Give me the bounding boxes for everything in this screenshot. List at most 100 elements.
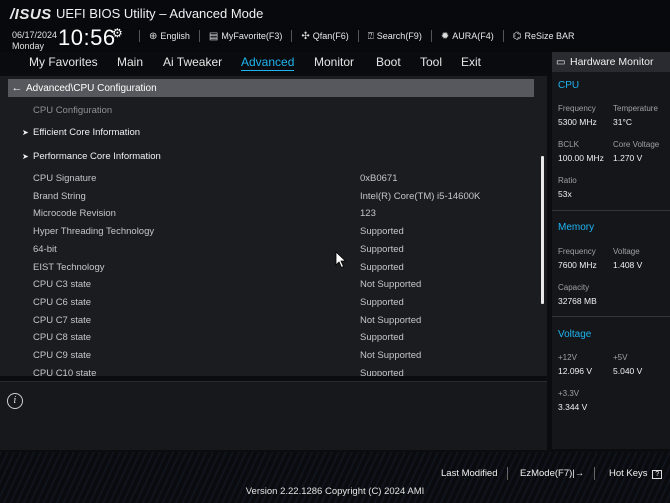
row-value: Supported — [360, 297, 404, 308]
row-value: 0xB0671 — [360, 173, 398, 184]
row-label: CPU C9 state — [33, 350, 92, 361]
main-nav: My Favorites Main Ai Tweaker Advanced Mo… — [0, 52, 551, 73]
row-value: Supported — [360, 226, 404, 237]
top-header: /ISUS UEFI BIOS Utility – Advanced Mode … — [0, 0, 670, 52]
toolbar-divider — [139, 30, 140, 42]
v12-value: 12.096 V — [558, 366, 593, 376]
toolbar-divider — [198, 30, 200, 42]
day-text: Monday — [12, 41, 45, 51]
back-arrow-icon[interactable]: ← — [8, 79, 26, 97]
row-value: Not Supported — [360, 315, 422, 326]
core-voltage-value: 1.270 V — [613, 153, 643, 163]
row-label: Microcode Revision — [33, 208, 116, 219]
row-value: Supported — [360, 368, 404, 376]
toolbar-divider — [357, 30, 359, 42]
aura-icon: ✹ — [440, 30, 450, 42]
clock: 10:56 — [58, 25, 116, 50]
row-value: 123 — [360, 208, 376, 219]
cpu-temperature-label: Temperature — [613, 104, 658, 113]
ezmode-button[interactable]: EzMode(F7)|→ — [520, 468, 584, 479]
v33-value: 3.344 V — [558, 402, 588, 412]
row-value: Not Supported — [360, 279, 422, 290]
language-button[interactable]: ⊕ English — [149, 30, 190, 42]
memory-voltage-label: Voltage — [613, 247, 640, 256]
globe-icon: ⊕ — [149, 30, 158, 42]
tab-monitor[interactable]: Monitor — [314, 55, 354, 69]
tab-advanced[interactable]: Advanced — [241, 55, 295, 71]
memory-section-title: Memory — [558, 222, 595, 233]
search-label: Search(F9) — [376, 31, 422, 41]
tab-tool[interactable]: Tool — [420, 55, 442, 69]
tab-main[interactable]: Main — [117, 55, 143, 69]
language-label: English — [160, 31, 190, 41]
submenu-label: Performance Core Information — [33, 151, 161, 162]
resize-bar-button[interactable]: ⌬ ReSize BAR — [513, 30, 575, 42]
date-display: 06/17/2024 Monday — [12, 30, 57, 52]
row-value: Supported — [360, 262, 404, 273]
version-text: Version 2.22.1286 Copyright (C) 2024 AMI — [245, 486, 425, 497]
memory-frequency-value: 7600 MHz — [558, 260, 597, 270]
favorite-icon: ▤ — [208, 30, 219, 42]
date-text: 06/17/2024 — [12, 30, 58, 40]
last-modified-button[interactable]: Last Modified — [441, 468, 498, 479]
breadcrumb[interactable]: ← Advanced\CPU Configuration — [8, 79, 534, 97]
row-label: CPU C6 state — [33, 297, 92, 308]
bclk-label: BCLK — [558, 140, 579, 149]
tab-exit[interactable]: Exit — [461, 55, 481, 69]
row-value: Supported — [360, 244, 404, 255]
v12-label: +12V — [558, 353, 577, 362]
aura-button[interactable]: ✹ AURA(F4) — [441, 30, 494, 42]
cpu-temperature-value: 31°C — [613, 117, 632, 127]
voltage-section-title: Voltage — [558, 329, 592, 340]
ratio-label: Ratio — [558, 176, 577, 185]
tab-boot[interactable]: Boot — [376, 55, 401, 69]
search-button[interactable]: ⍰ Search(F9) — [368, 30, 422, 42]
section-title: CPU Configuration — [33, 105, 113, 116]
tab-ai-tweaker[interactable]: Ai Tweaker — [163, 55, 222, 69]
ratio-value: 53x — [558, 189, 572, 199]
mouse-cursor-icon — [335, 251, 347, 269]
row-label: CPU C3 state — [33, 279, 92, 290]
scrollbar[interactable] — [541, 156, 544, 304]
footer-divider — [594, 467, 595, 480]
myfavorite-label: MyFavorite(F3) — [221, 31, 283, 41]
v5-value: 5.040 V — [613, 366, 643, 376]
row-value: Supported — [360, 332, 404, 343]
hardware-monitor: ▭ Hardware Monitor CPU Frequency Temperat… — [552, 52, 670, 449]
app-title: UEFI BIOS Utility – Advanced Mode — [56, 6, 264, 21]
submenu-label: Efficient Core Information — [33, 127, 141, 138]
hotkeys-label: Hot Keys — [609, 468, 648, 479]
hw-title-text: Hardware Monitor — [570, 56, 654, 68]
hotkeys-button[interactable]: Hot Keys ? — [609, 468, 663, 479]
row-label: CPU Signature — [33, 173, 97, 184]
cpu-frequency-value: 5300 MHz — [558, 117, 597, 127]
help-key-icon: ? — [652, 470, 663, 479]
hardware-monitor-title: ▭ Hardware Monitor — [552, 52, 670, 72]
row-value: Not Supported — [360, 350, 422, 361]
memory-frequency-label: Frequency — [558, 247, 596, 256]
monitor-icon: ▭ — [556, 57, 566, 68]
info-icon: i — [7, 393, 23, 409]
toolbar-divider — [502, 30, 504, 42]
row-label: CPU C8 state — [33, 332, 92, 343]
row-label: CPU C10 state — [33, 368, 97, 376]
ezmode-label: EzMode(F7)| — [520, 468, 575, 479]
resize-bar-label: ReSize BAR — [524, 31, 575, 41]
help-panel: i — [0, 381, 547, 450]
resize-bar-icon: ⌬ — [512, 30, 522, 42]
submenu-efficient-core[interactable]: ➤ Efficient Core Information — [22, 127, 140, 138]
v33-label: +3.3V — [558, 389, 580, 398]
myfavorite-button[interactable]: ▤ MyFavorite(F3) — [209, 30, 282, 42]
row-label: Hyper Threading Technology — [33, 226, 155, 237]
row-label: CPU C7 state — [33, 315, 92, 326]
clock-settings-icon[interactable]: ⚙ — [112, 26, 123, 40]
qfan-button[interactable]: ✣ Qfan(F6) — [301, 30, 348, 42]
hw-divider — [552, 210, 670, 211]
footer-divider — [507, 467, 508, 480]
asus-logo: /ISUS — [10, 6, 52, 23]
row-value: Intel(R) Core(TM) i5-14600K — [360, 191, 481, 202]
toolbar: ⊕ English ▤ MyFavorite(F3) ✣ Qfan(F6) ⍰ … — [138, 30, 574, 42]
tab-my-favorites[interactable]: My Favorites — [29, 55, 98, 69]
submenu-performance-core[interactable]: ➤ Performance Core Information — [22, 151, 161, 162]
core-voltage-label: Core Voltage — [613, 140, 660, 149]
